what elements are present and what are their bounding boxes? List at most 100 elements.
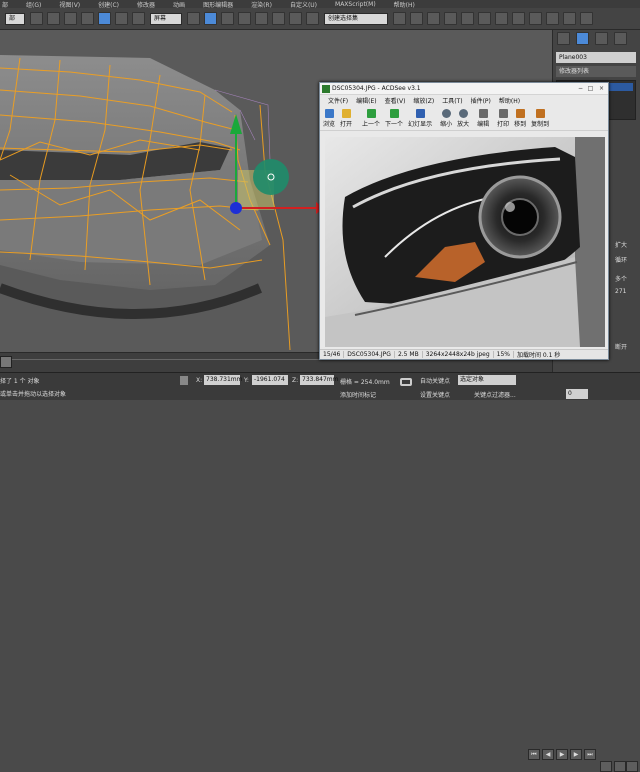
pivot-center-icon[interactable] <box>187 12 200 25</box>
select-icon[interactable] <box>30 12 43 25</box>
percent-snap-icon[interactable] <box>272 12 285 25</box>
pan-icon[interactable] <box>614 761 626 772</box>
rotate-icon[interactable] <box>115 12 128 25</box>
mirror-icon[interactable] <box>393 12 406 25</box>
move-to-button[interactable]: 移到 <box>514 109 526 128</box>
modify-tab-icon[interactable] <box>576 32 589 45</box>
layer-manager-icon[interactable] <box>427 12 440 25</box>
play-icon[interactable]: ▶ <box>556 749 568 760</box>
spinner-snap-icon[interactable] <box>289 12 302 25</box>
menu-item-maxscript[interactable]: MAXScript(M) <box>335 1 376 8</box>
multiple-label[interactable]: 多个 <box>615 274 627 283</box>
acdsee-toolbar: 浏览 打开 上一个 下一个 幻灯显示 缩小 放大 编辑 打印 移到 复制到 <box>320 105 608 131</box>
acdsee-menu-view[interactable]: 查看(V) <box>385 96 406 105</box>
goto-end-icon[interactable]: ⏭ <box>584 749 596 760</box>
acdsee-title-bar[interactable]: DSC05304.JPG - ACDSee v3.1 − □ × <box>320 83 608 95</box>
current-frame-field[interactable]: 0 <box>566 389 588 399</box>
image-dimensions: 3264x2448x24b jpeg <box>423 351 494 358</box>
set-key-button[interactable]: 设置关键点 <box>420 390 450 399</box>
zoom-in-button[interactable]: 放大 <box>457 109 469 128</box>
acdsee-menu-help[interactable]: 帮助(H) <box>499 96 520 105</box>
edit-button[interactable]: 编辑 <box>477 109 489 128</box>
material-editor-icon[interactable] <box>495 12 508 25</box>
previous-frame-icon[interactable]: ◀ <box>542 749 554 760</box>
grow-label[interactable]: 扩大 <box>615 240 627 249</box>
acdsee-menu-edit[interactable]: 编辑(E) <box>356 96 376 105</box>
create-tab-icon[interactable] <box>557 32 570 45</box>
rendered-frame-icon[interactable] <box>529 12 542 25</box>
command-panel-tabs <box>555 32 639 46</box>
copy-to-button[interactable]: 复制到 <box>531 109 549 128</box>
render-iterative-icon[interactable] <box>563 12 576 25</box>
acdsee-menu-file[interactable]: 文件(F) <box>328 96 348 105</box>
close-icon[interactable]: × <box>597 85 606 93</box>
acdsee-window-title: DSC05304.JPG - ACDSee v3.1 <box>332 85 421 92</box>
acdsee-window[interactable]: DSC05304.JPG - ACDSee v3.1 − □ × 文件(F) 编… <box>319 82 609 360</box>
key-filters-button[interactable]: 关键点过滤器... <box>474 390 516 399</box>
window-crossing-icon[interactable] <box>81 12 94 25</box>
teapot-icon[interactable] <box>580 12 593 25</box>
schematic-view-icon[interactable] <box>478 12 491 25</box>
edit-named-selection-icon[interactable] <box>306 12 319 25</box>
angle-snap-icon[interactable] <box>255 12 268 25</box>
modifier-list-dropdown[interactable]: 修改器列表 <box>556 66 636 77</box>
print-button[interactable]: 打印 <box>497 109 509 128</box>
slideshow-button[interactable]: 幻灯显示 <box>408 109 432 128</box>
add-time-tag-button[interactable]: 添加时间标记 <box>340 390 376 399</box>
scale-icon[interactable] <box>132 12 145 25</box>
zoom-level: 15% <box>494 351 515 358</box>
break-label[interactable]: 断开 <box>615 342 627 351</box>
zoom-icon[interactable] <box>600 761 612 772</box>
grid-size-text: 栅格 = 254.0mm <box>340 379 390 386</box>
orbit-icon[interactable] <box>626 761 638 772</box>
key-mode-dropdown[interactable]: 选定对象 <box>458 375 516 385</box>
reference-coordinate-dropdown[interactable]: 屏幕 <box>150 12 182 25</box>
motion-tab-icon[interactable] <box>614 32 627 45</box>
selection-filter-dropdown[interactable]: 部 <box>5 12 25 25</box>
acdsee-menu-zoom[interactable]: 缩放(Z) <box>413 96 434 105</box>
acdsee-menu-plugins[interactable]: 插件(P) <box>471 96 491 105</box>
print-icon <box>498 109 508 118</box>
z-label: Z: <box>292 377 299 384</box>
next-button[interactable]: 下一个 <box>385 109 403 128</box>
hierarchy-tab-icon[interactable] <box>595 32 608 45</box>
selection-count-text: 择了 1 个 对象 <box>0 378 40 385</box>
next-frame-icon[interactable]: ▶ <box>570 749 582 760</box>
acdsee-menu-tools[interactable]: 工具(T) <box>442 96 462 105</box>
move-icon[interactable] <box>98 12 111 25</box>
render-setup-icon[interactable] <box>512 12 525 25</box>
rectangle-selection-icon[interactable] <box>64 12 77 25</box>
curve-editor-icon[interactable] <box>461 12 474 25</box>
keyboard-shortcut-icon[interactable] <box>221 12 234 25</box>
lock-selection-icon[interactable] <box>180 376 188 385</box>
x-coordinate-field[interactable]: 738.731mm <box>204 375 243 385</box>
headlight-photo <box>325 137 605 347</box>
object-name-field[interactable]: Plane003 <box>556 52 636 63</box>
align-icon[interactable] <box>410 12 423 25</box>
time-slider-handle[interactable] <box>0 356 12 368</box>
select-and-manipulate-icon[interactable] <box>204 12 217 25</box>
render-production-icon[interactable] <box>546 12 559 25</box>
menu-bar: 部 组(G) 视图(V) 创建(C) 修改器 动画 图形编辑器 渲染(R) 自定… <box>0 0 640 9</box>
snap-toggle-icon[interactable] <box>238 12 251 25</box>
minimize-icon[interactable]: − <box>576 85 585 93</box>
zoom-out-button[interactable]: 缩小 <box>440 109 452 128</box>
named-selection-set-dropdown[interactable]: 创建选择集 <box>324 12 388 25</box>
y-coordinate-field[interactable]: -1961.074 <box>252 375 288 385</box>
open-button[interactable]: 打开 <box>340 109 352 128</box>
auto-key-button[interactable]: 自动关键点 <box>420 376 450 385</box>
z-coordinate-field[interactable]: 733.847mm <box>300 375 339 385</box>
acdsee-menu-bar: 文件(F) 编辑(E) 查看(V) 缩放(Z) 工具(T) 插件(P) 帮助(H… <box>320 95 608 105</box>
previous-button[interactable]: 上一个 <box>362 109 380 128</box>
loop-label[interactable]: 循环 <box>615 255 627 264</box>
select-by-name-icon[interactable] <box>47 12 60 25</box>
slideshow-icon <box>415 109 425 118</box>
y-label: Y: <box>244 377 249 384</box>
maximize-icon[interactable]: □ <box>586 85 595 93</box>
browse-icon <box>324 109 334 118</box>
zoom-out-icon <box>441 109 451 118</box>
browse-button[interactable]: 浏览 <box>323 109 335 128</box>
goto-start-icon[interactable]: ⏮ <box>528 749 540 760</box>
graphite-tools-icon[interactable] <box>444 12 457 25</box>
acdsee-app-icon <box>322 85 330 93</box>
